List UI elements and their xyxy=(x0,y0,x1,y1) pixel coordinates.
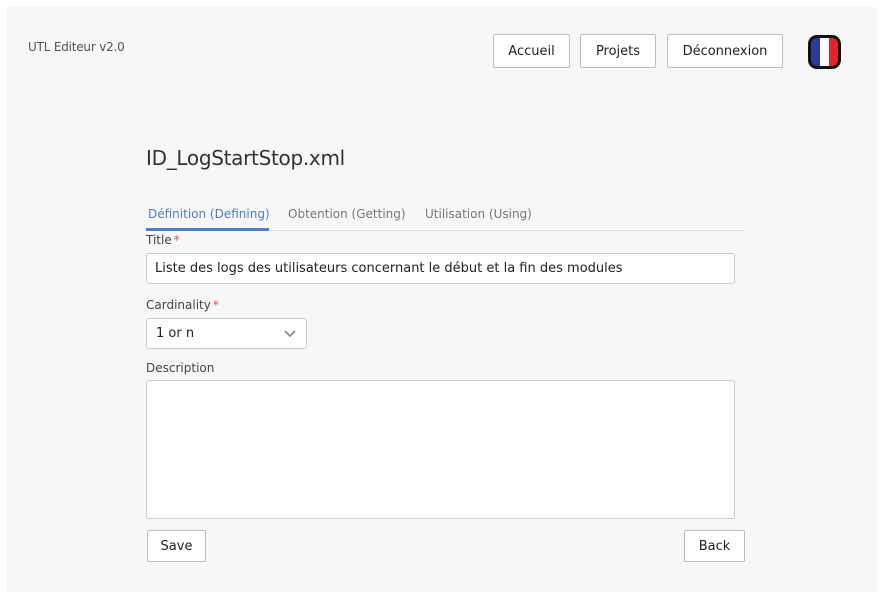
tab-defining[interactable]: Définition (Defining) xyxy=(148,207,270,221)
required-marker: * xyxy=(212,298,219,312)
cardinality-label: Cardinality * xyxy=(146,298,219,312)
page-title: ID_LogStartStop.xml xyxy=(146,146,345,170)
description-textarea[interactable] xyxy=(146,380,735,519)
back-button[interactable]: Back xyxy=(684,530,745,562)
tab-bar: Définition (Defining) Obtention (Getting… xyxy=(146,201,745,231)
projects-button[interactable]: Projets xyxy=(580,34,656,68)
description-label: Description xyxy=(146,361,215,375)
chevron-down-icon xyxy=(284,329,296,337)
flag-blue-stripe xyxy=(811,38,820,66)
active-tab-indicator xyxy=(146,228,269,231)
tab-getting[interactable]: Obtention (Getting) xyxy=(288,207,406,221)
required-marker: * xyxy=(173,233,180,247)
flag-red-stripe xyxy=(829,38,838,66)
logout-button[interactable]: Déconnexion xyxy=(667,34,783,68)
title-label: Title * xyxy=(146,233,180,247)
save-button[interactable]: Save xyxy=(147,530,206,562)
home-button[interactable]: Accueil xyxy=(493,34,570,68)
cardinality-select[interactable]: 1 or n xyxy=(146,318,307,349)
title-input[interactable] xyxy=(146,253,735,284)
flag-white-stripe xyxy=(820,38,829,66)
flag-fr-icon[interactable] xyxy=(808,35,841,69)
app-brand: UTL Editeur v2.0 xyxy=(28,40,125,54)
tab-using[interactable]: Utilisation (Using) xyxy=(425,207,532,221)
cardinality-select-value: 1 or n xyxy=(156,326,195,341)
title-label-text: Title xyxy=(146,233,172,247)
cardinality-label-text: Cardinality xyxy=(146,298,211,312)
